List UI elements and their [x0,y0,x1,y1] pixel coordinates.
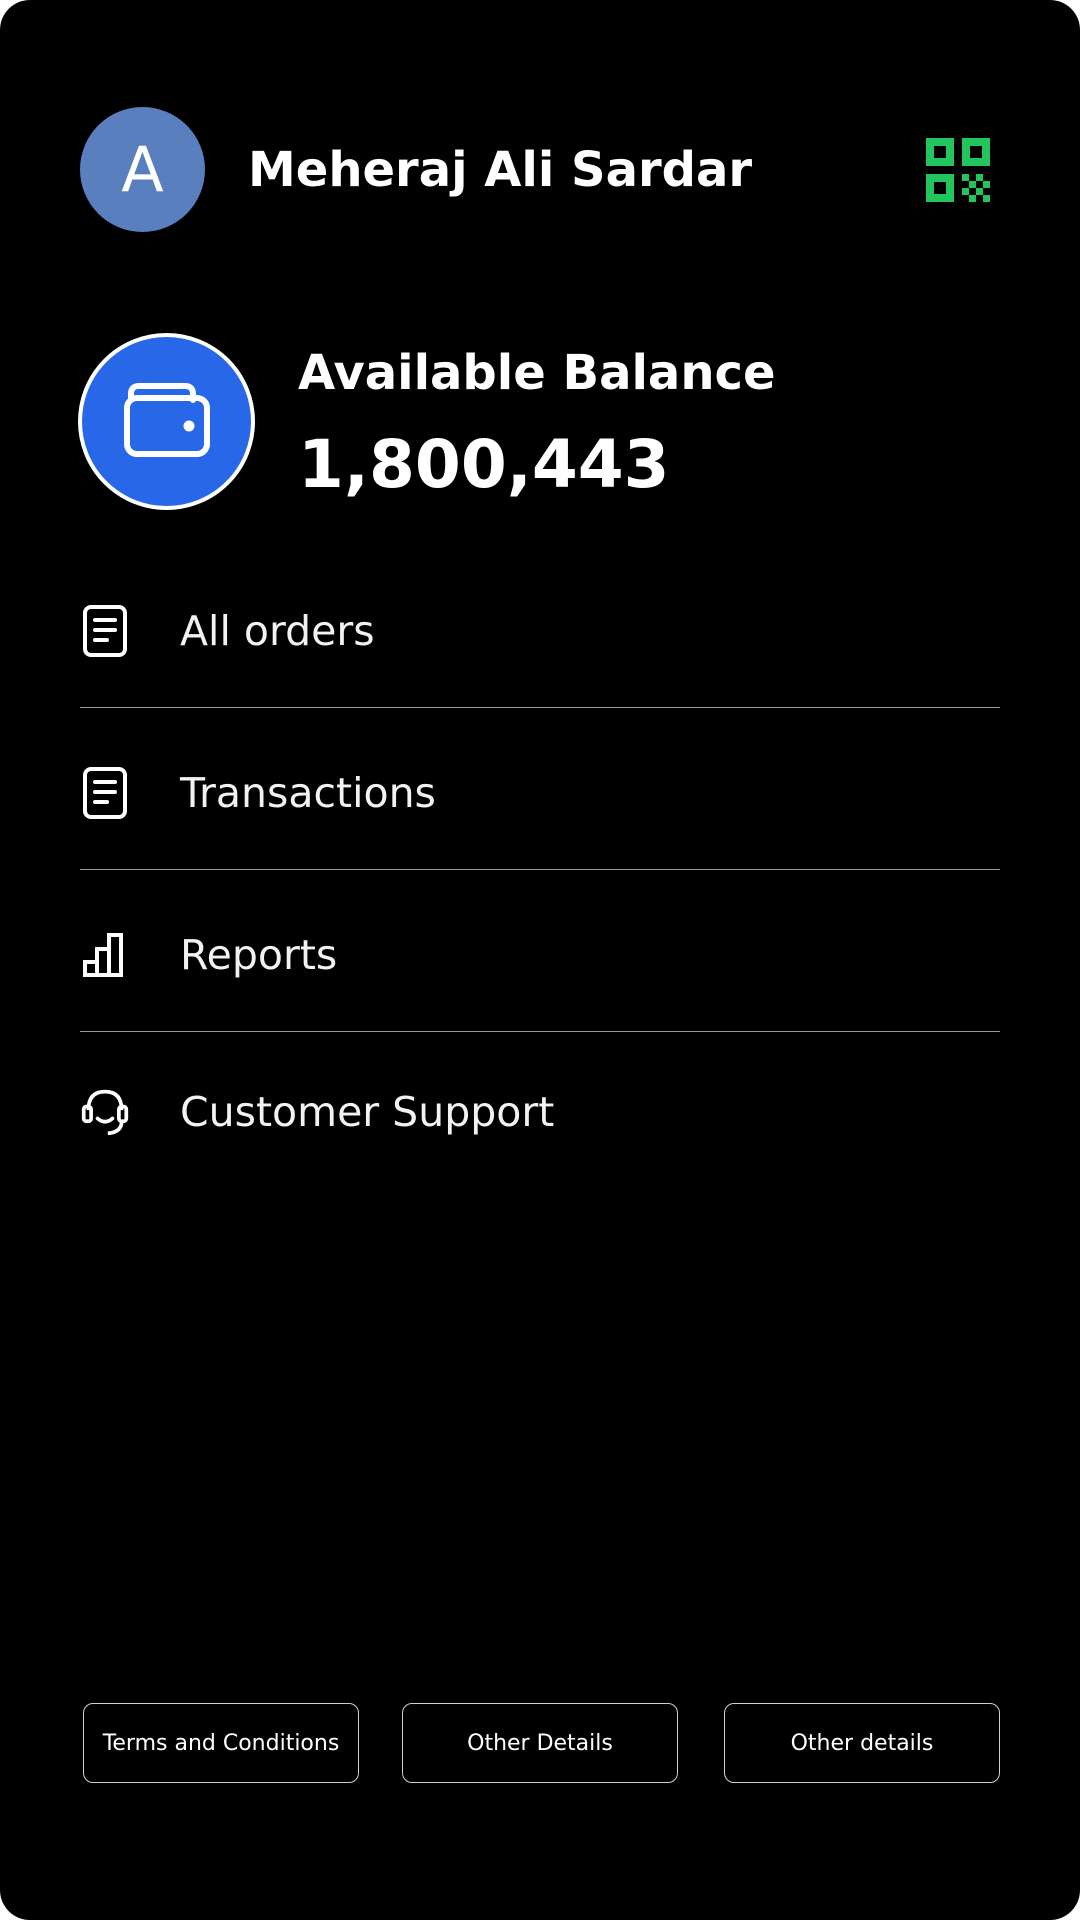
menu-item-transactions[interactable]: Transactions [80,738,1000,848]
menu-item-label: All orders [180,607,375,655]
menu-item-label: Reports [180,931,338,979]
divider [80,869,1000,870]
other-details-secondary-button[interactable]: Other details [724,1703,1000,1783]
wallet-icon [123,382,211,462]
balance-amount: 1,800,443 [298,426,670,503]
menu-item-label: Transactions [180,769,436,817]
document-icon [80,766,130,820]
bar-chart-icon [80,928,130,982]
document-icon [80,604,130,658]
qr-code-icon[interactable] [926,138,990,202]
headset-icon [80,1085,130,1139]
user-name: Meheraj Ali Sardar [248,142,753,198]
wallet-badge [78,333,255,510]
other-details-button[interactable]: Other Details [402,1703,678,1783]
menu-item-customer-support[interactable]: Customer Support [80,1057,1000,1167]
divider [80,1031,1000,1032]
menu-item-all-orders[interactable]: All orders [80,576,1000,686]
menu-item-label: Customer Support [180,1088,555,1136]
menu-item-reports[interactable]: Reports [80,900,1000,1010]
avatar[interactable]: A [80,107,205,232]
divider [80,707,1000,708]
terms-and-conditions-button[interactable]: Terms and Conditions [83,1703,359,1783]
app-screen: A Meheraj Ali Sardar Available Balance 1… [0,0,1080,1920]
balance-label: Available Balance [298,345,776,401]
